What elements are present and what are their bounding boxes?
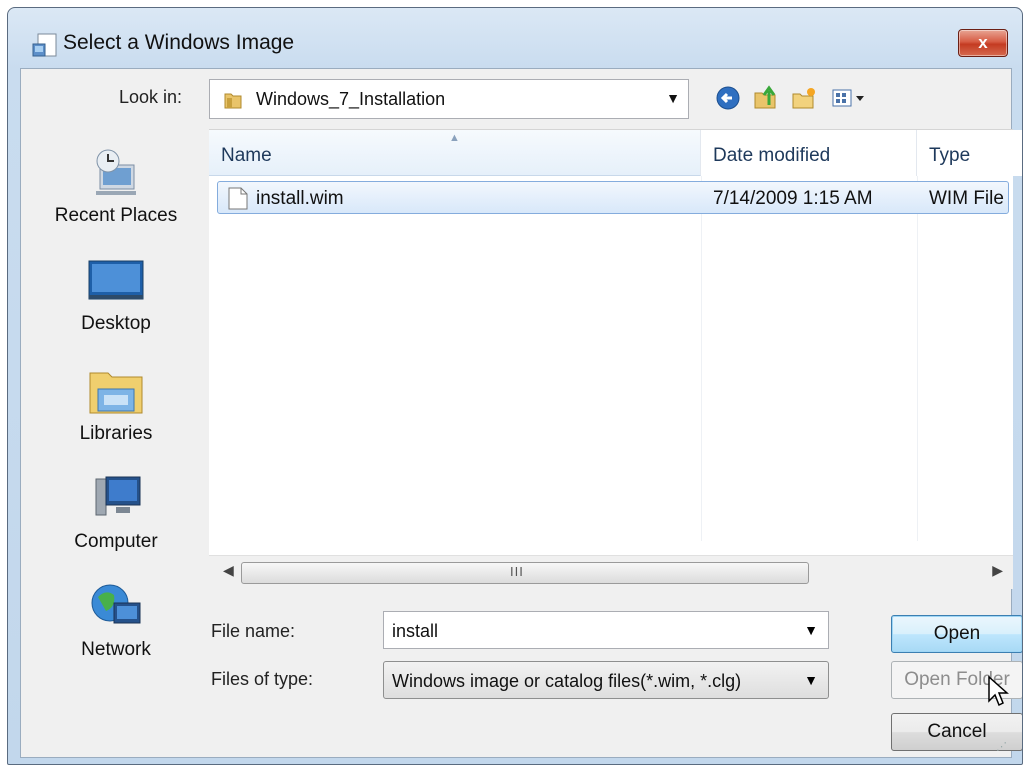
file-list[interactable]: ▲ Name Date modified Type install.wim 7/…	[209, 129, 1022, 589]
file-icon	[228, 187, 248, 210]
lookin-label: Look in:	[119, 87, 183, 107]
lookin-dropdown[interactable]: Windows_7_Installation ▼	[209, 79, 689, 119]
sort-up-icon: ▲	[449, 132, 460, 144]
computer-icon	[95, 476, 141, 516]
place-label: Recent Places	[54, 205, 178, 226]
scroll-right-icon[interactable]: ▶	[992, 562, 1003, 579]
recent-places-icon	[96, 149, 136, 195]
open-button[interactable]: Open	[891, 615, 1022, 653]
place-network[interactable]: Network	[27, 577, 205, 661]
up-folder-icon[interactable]	[751, 83, 781, 113]
chevron-down-icon[interactable]: ▼	[666, 90, 680, 106]
table-row[interactable]: install.wim 7/14/2009 1:15 AM WIM File	[217, 181, 1009, 214]
column-header-label: Name	[221, 145, 272, 166]
places-bar: Recent Places Desktop Libraries Computer…	[27, 129, 205, 689]
place-desktop[interactable]: Desktop	[27, 251, 205, 335]
filetype-select[interactable]: Windows image or catalog files(*.wim, *.…	[383, 661, 829, 699]
resize-grip-icon[interactable]: ⋰	[996, 740, 1007, 753]
horizontal-scrollbar[interactable]: ◀ III ▶	[209, 555, 1013, 589]
column-header-type[interactable]: Type	[917, 130, 1022, 176]
folder-icon	[224, 93, 242, 109]
close-button[interactable]: x	[958, 29, 1008, 57]
filename-label: File name:	[211, 621, 296, 641]
window-title: Select a Windows Image	[63, 31, 295, 54]
title-bar[interactable]: Select a Windows Image x	[8, 8, 1022, 76]
desktop-icon	[88, 260, 144, 300]
filename-combobox[interactable]: install ▼	[383, 611, 829, 649]
column-divider	[917, 176, 918, 541]
app-icon	[32, 33, 57, 57]
scroll-left-icon[interactable]: ◀	[223, 562, 234, 579]
place-computer[interactable]: Computer	[27, 469, 205, 553]
column-header-label: Type	[929, 145, 971, 166]
filetype-value: Windows image or catalog files(*.wim, *.…	[392, 671, 742, 691]
network-icon	[91, 584, 141, 624]
back-icon[interactable]	[713, 83, 743, 113]
filename-input[interactable]: install	[392, 621, 438, 642]
column-divider	[701, 176, 702, 541]
chevron-down-icon[interactable]: ▼	[804, 672, 818, 688]
dialog-window: Select a Windows Image x Look in: Window…	[7, 7, 1023, 765]
scrollbar-thumb[interactable]: III	[241, 562, 809, 584]
chevron-down-icon[interactable]: ▼	[804, 622, 818, 638]
place-label: Desktop	[81, 313, 151, 334]
column-header-label: Date modified	[713, 145, 831, 166]
column-header-name[interactable]: ▲ Name	[209, 130, 701, 176]
place-libraries[interactable]: Libraries	[27, 361, 205, 445]
filetype-label: Files of type:	[211, 669, 314, 689]
view-menu-icon[interactable]	[829, 83, 869, 113]
dialog-content: Look in: Windows_7_Installation ▼ Recent…	[20, 68, 1022, 758]
place-label: Network	[81, 639, 151, 660]
place-recent-places[interactable]: Recent Places	[27, 143, 205, 227]
file-date-cell: 7/14/2009 1:15 AM	[713, 188, 873, 209]
file-name-cell: install.wim	[256, 188, 344, 209]
lookin-value: Windows_7_Installation	[256, 89, 446, 109]
column-header-date[interactable]: Date modified	[701, 130, 917, 176]
libraries-icon	[89, 372, 143, 414]
place-label: Libraries	[79, 423, 153, 444]
scrollbar-grip: III	[510, 564, 524, 579]
place-label: Computer	[74, 531, 158, 552]
file-type-cell: WIM File	[929, 188, 1004, 209]
new-folder-icon[interactable]	[789, 83, 819, 113]
mouse-cursor-icon	[988, 675, 1009, 707]
